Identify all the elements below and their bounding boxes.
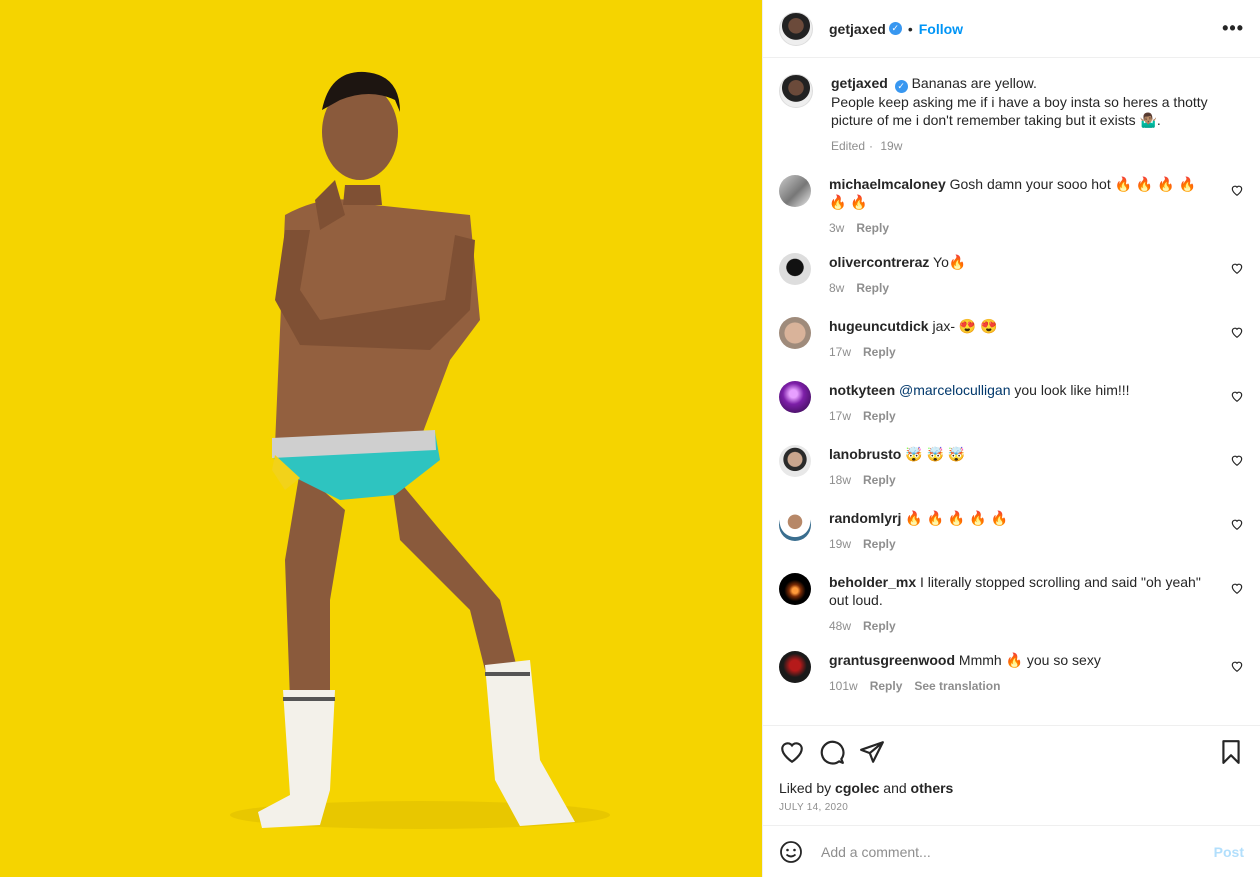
see-translation-link[interactable]: See translation xyxy=(914,679,1000,693)
post-date[interactable]: JULY 14, 2020 xyxy=(779,802,1244,813)
likes-others-link[interactable]: others xyxy=(911,780,954,796)
post-actions: Liked by cgolec and others JULY 14, 2020 xyxy=(763,725,1260,825)
comment-text: you look like him!!! xyxy=(1014,382,1130,398)
avatar[interactable] xyxy=(779,175,811,207)
avatar[interactable] xyxy=(779,573,811,605)
add-comment-input[interactable] xyxy=(819,842,1214,861)
separator-dot: • xyxy=(907,20,913,37)
avatar[interactable] xyxy=(779,381,811,413)
comment-username[interactable]: michaelmcaloney xyxy=(829,176,946,192)
like-comment-heart-icon[interactable] xyxy=(1230,325,1244,339)
comment-username[interactable]: randomlyrj xyxy=(829,510,901,526)
liked-by-label: Liked by xyxy=(779,780,832,796)
edited-label: Edited xyxy=(831,139,866,153)
avatar[interactable] xyxy=(779,317,811,349)
post-modal: getjaxed ✓ • Follow ••• getjaxed ✓ Banan… xyxy=(0,0,1260,877)
reply-button[interactable]: Reply xyxy=(863,473,896,487)
caption: getjaxed ✓ Bananas are yellow. People ke… xyxy=(779,74,1244,155)
post-comment-button[interactable]: Post xyxy=(1214,844,1244,860)
comment-time[interactable]: 17w xyxy=(829,345,851,359)
reply-button[interactable]: Reply xyxy=(863,345,896,359)
avatar[interactable] xyxy=(779,509,811,541)
add-comment-bar: Post xyxy=(763,825,1260,877)
follow-button[interactable]: Follow xyxy=(919,21,963,37)
comment-mention-link[interactable]: @marceloculligan xyxy=(899,382,1010,398)
comment-time[interactable]: 8w xyxy=(829,281,844,295)
comment-bubble-icon[interactable] xyxy=(819,739,845,765)
avatar[interactable] xyxy=(779,651,811,683)
verified-badge-icon: ✓ xyxy=(894,80,908,93)
comment-row: olivercontreraz Yo🔥 8w Reply xyxy=(779,253,1244,297)
comment-username[interactable]: beholder_mx xyxy=(829,574,916,590)
save-bookmark-icon[interactable] xyxy=(1218,739,1244,765)
comment-username[interactable]: hugeuncutdick xyxy=(829,318,929,334)
post-photo[interactable] xyxy=(0,0,762,877)
comment-text: 🔥 🔥 🔥 🔥 🔥 xyxy=(905,510,1008,526)
comment-time[interactable]: 19w xyxy=(829,537,851,551)
comment-username[interactable]: lanobrusto xyxy=(829,446,901,462)
like-comment-heart-icon[interactable] xyxy=(1230,183,1244,197)
comment-row: lanobrusto 🤯 🤯 🤯 18w Reply xyxy=(779,445,1244,489)
comment-username[interactable]: grantusgreenwood xyxy=(829,652,955,668)
comment-text: Yo🔥 xyxy=(933,254,967,270)
caption-meta: Edited · 19w xyxy=(831,139,903,153)
comments-list[interactable]: getjaxed ✓ Bananas are yellow. People ke… xyxy=(763,58,1260,725)
header-username[interactable]: getjaxed xyxy=(829,21,886,37)
liked-by-user-link[interactable]: cgolec xyxy=(835,780,879,796)
likes-and-label: and xyxy=(883,780,907,796)
reply-button[interactable]: Reply xyxy=(863,409,896,423)
comment-row: hugeuncutdick jax- 😍 😍 17w Reply xyxy=(779,317,1244,361)
comment-row: michaelmcaloney Gosh damn your sooo hot … xyxy=(779,175,1244,237)
post-header: getjaxed ✓ • Follow ••• xyxy=(763,0,1260,58)
like-comment-heart-icon[interactable] xyxy=(1230,453,1244,467)
caption-time[interactable]: 19w xyxy=(880,139,902,153)
comment-text: Mmmh 🔥 you so sexy xyxy=(958,652,1101,668)
caption-line1: Bananas are yellow. xyxy=(911,75,1037,91)
emoji-icon[interactable] xyxy=(779,840,803,864)
comment-row: randomlyrj 🔥 🔥 🔥 🔥 🔥 19w Reply xyxy=(779,509,1244,553)
comment-time[interactable]: 101w xyxy=(829,679,858,693)
comment-row: beholder_mx I literally stopped scrollin… xyxy=(779,573,1244,635)
verified-badge-icon: ✓ xyxy=(888,22,902,35)
like-comment-heart-icon[interactable] xyxy=(1230,581,1244,595)
avatar[interactable] xyxy=(779,445,811,477)
comment-time[interactable]: 3w xyxy=(829,221,844,235)
reply-button[interactable]: Reply xyxy=(863,619,896,633)
comment-username[interactable]: olivercontreraz xyxy=(829,254,929,270)
caption-username[interactable]: getjaxed xyxy=(831,75,888,91)
like-heart-icon[interactable] xyxy=(779,739,805,765)
avatar[interactable] xyxy=(779,11,813,46)
avatar[interactable] xyxy=(779,74,813,108)
post-side-panel: getjaxed ✓ • Follow ••• getjaxed ✓ Banan… xyxy=(762,0,1260,877)
comment-time[interactable]: 48w xyxy=(829,619,851,633)
comment-row: grantusgreenwood Mmmh 🔥 you so sexy 101w… xyxy=(779,651,1244,695)
comment-row: notkyteen @marceloculligan you look like… xyxy=(779,381,1244,425)
likes-summary: Liked by cgolec and others xyxy=(779,780,1244,796)
avatar[interactable] xyxy=(779,253,811,285)
reply-button[interactable]: Reply xyxy=(863,537,896,551)
action-bar xyxy=(779,738,1244,766)
comment-text: 🤯 🤯 🤯 xyxy=(905,446,966,462)
reply-button[interactable]: Reply xyxy=(856,221,889,235)
reply-button[interactable]: Reply xyxy=(856,281,889,295)
reply-button[interactable]: Reply xyxy=(870,679,903,693)
comment-text: jax- 😍 😍 xyxy=(932,318,998,334)
more-options-icon[interactable]: ••• xyxy=(1222,18,1244,39)
like-comment-heart-icon[interactable] xyxy=(1230,389,1244,403)
like-comment-heart-icon[interactable] xyxy=(1230,517,1244,531)
caption-line2: People keep asking me if i have a boy in… xyxy=(831,94,1208,128)
like-comment-heart-icon[interactable] xyxy=(1230,659,1244,673)
comment-username[interactable]: notkyteen xyxy=(829,382,895,398)
comment-time[interactable]: 18w xyxy=(829,473,851,487)
like-comment-heart-icon[interactable] xyxy=(1230,261,1244,275)
share-send-icon[interactable] xyxy=(859,739,885,765)
photo-illustration xyxy=(0,0,762,877)
comment-time[interactable]: 17w xyxy=(829,409,851,423)
